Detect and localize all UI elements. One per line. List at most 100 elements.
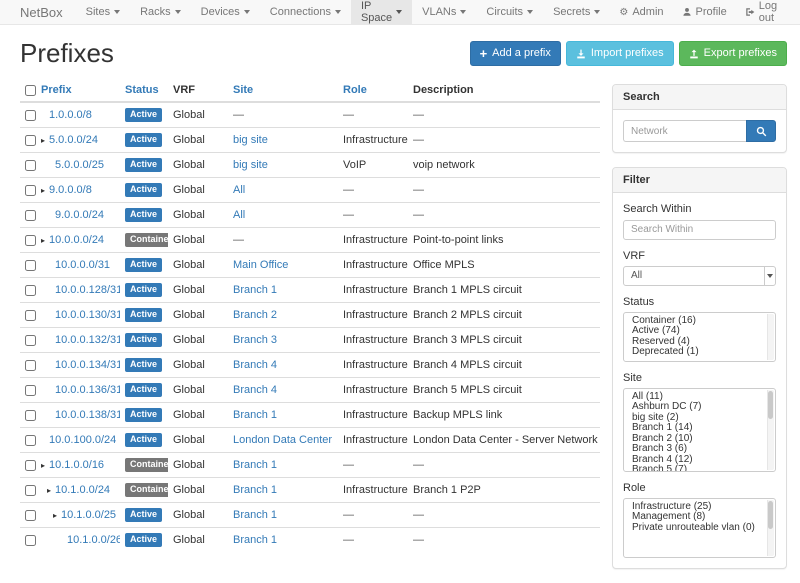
- prefix-link[interactable]: 1.0.0.0/8: [49, 109, 92, 121]
- site-link[interactable]: Branch 1: [233, 534, 277, 546]
- row-checkbox[interactable]: [25, 335, 36, 346]
- row-checkbox[interactable]: [25, 210, 36, 221]
- prefix-link[interactable]: 10.1.0.0/16: [49, 459, 104, 471]
- list-option[interactable]: Management (8): [624, 512, 775, 523]
- prefix-link[interactable]: 10.0.0.134/31: [55, 359, 120, 371]
- row-checkbox[interactable]: [25, 135, 36, 146]
- prefix-link[interactable]: 9.0.0.0/24: [55, 209, 104, 221]
- site-link[interactable]: London Data Center: [233, 434, 332, 446]
- row-checkbox[interactable]: [25, 110, 36, 121]
- prefix-link[interactable]: 5.0.0.0/24: [49, 134, 98, 146]
- role-filter-list[interactable]: Infrastructure (25)Management (8)Private…: [623, 498, 776, 558]
- row-checkbox[interactable]: [25, 185, 36, 196]
- status-badge[interactable]: Container: [125, 458, 168, 472]
- search-within-input[interactable]: [623, 220, 776, 240]
- row-checkbox[interactable]: [25, 485, 36, 496]
- prefix-link[interactable]: 10.0.0.128/31: [55, 284, 120, 296]
- nav-item-log-out[interactable]: Log out: [736, 0, 790, 24]
- column-header-status[interactable]: Status: [120, 79, 168, 102]
- nav-item-connections[interactable]: Connections: [260, 0, 351, 24]
- column-header-link[interactable]: Status: [125, 84, 159, 96]
- import-prefixes-button[interactable]: Import prefixes: [566, 41, 674, 66]
- row-checkbox[interactable]: [25, 460, 36, 471]
- site-link[interactable]: Branch 1: [233, 409, 277, 421]
- status-badge[interactable]: Container: [125, 233, 168, 247]
- site-link[interactable]: Branch 1: [233, 459, 277, 471]
- site-link[interactable]: big site: [233, 134, 268, 146]
- prefix-link[interactable]: 10.0.0.0/24: [49, 234, 104, 246]
- nav-item-ip-space[interactable]: IP Space: [351, 0, 412, 24]
- site-link[interactable]: Branch 4: [233, 384, 277, 396]
- vrf-select[interactable]: All: [623, 266, 776, 286]
- status-badge[interactable]: Active: [125, 158, 162, 172]
- row-checkbox[interactable]: [25, 310, 36, 321]
- list-option[interactable]: Active (74): [624, 326, 775, 337]
- status-badge[interactable]: Active: [125, 208, 162, 222]
- nav-item-profile[interactable]: Profile: [673, 0, 736, 24]
- scrollbar-track[interactable]: [767, 314, 774, 360]
- prefix-link[interactable]: 10.0.100.0/24: [49, 434, 116, 446]
- nav-item-admin[interactable]: ⚙Admin: [610, 0, 672, 24]
- prefix-link[interactable]: 5.0.0.0/25: [55, 159, 104, 171]
- prefix-link[interactable]: 10.0.0.138/31: [55, 409, 120, 421]
- row-checkbox[interactable]: [25, 385, 36, 396]
- status-badge[interactable]: Active: [125, 408, 162, 422]
- app-brand[interactable]: NetBox: [0, 0, 76, 24]
- search-button[interactable]: [746, 120, 776, 142]
- row-checkbox[interactable]: [25, 410, 36, 421]
- row-checkbox[interactable]: [25, 435, 36, 446]
- column-header-prefix[interactable]: Prefix: [36, 79, 120, 102]
- status-badge[interactable]: Active: [125, 183, 162, 197]
- status-badge[interactable]: Active: [125, 308, 162, 322]
- search-input[interactable]: [623, 120, 746, 142]
- row-checkbox[interactable]: [25, 260, 36, 271]
- column-header-link[interactable]: Prefix: [41, 84, 72, 96]
- row-checkbox[interactable]: [25, 160, 36, 171]
- row-checkbox[interactable]: [25, 535, 36, 546]
- nav-item-secrets[interactable]: Secrets: [543, 0, 610, 24]
- status-badge[interactable]: Active: [125, 533, 162, 547]
- site-link[interactable]: Branch 1: [233, 484, 277, 496]
- status-filter-list[interactable]: Container (16)Active (74)Reserved (4)Dep…: [623, 312, 776, 362]
- prefix-link[interactable]: 10.0.0.136/31: [55, 384, 120, 396]
- prefix-link[interactable]: 10.1.0.0/26: [67, 534, 120, 546]
- scrollbar-thumb[interactable]: [768, 501, 773, 529]
- nav-item-racks[interactable]: Racks: [130, 0, 191, 24]
- status-badge[interactable]: Active: [125, 508, 162, 522]
- status-badge[interactable]: Active: [125, 283, 162, 297]
- nav-item-devices[interactable]: Devices: [191, 0, 260, 24]
- status-badge[interactable]: Active: [125, 133, 162, 147]
- prefix-link[interactable]: 9.0.0.0/8: [49, 184, 92, 196]
- nav-item-vlans[interactable]: VLANs: [412, 0, 476, 24]
- status-badge[interactable]: Active: [125, 258, 162, 272]
- status-badge[interactable]: Active: [125, 383, 162, 397]
- prefix-link[interactable]: 10.0.0.132/31: [55, 334, 120, 346]
- row-checkbox[interactable]: [25, 360, 36, 371]
- site-link[interactable]: Branch 2: [233, 309, 277, 321]
- status-badge[interactable]: Active: [125, 108, 162, 122]
- scrollbar-thumb[interactable]: [768, 391, 773, 419]
- row-checkbox[interactable]: [25, 285, 36, 296]
- nav-item-sites[interactable]: Sites: [76, 0, 130, 24]
- prefix-link[interactable]: 10.0.0.130/31: [55, 309, 120, 321]
- list-option[interactable]: Branch 3 (6): [624, 444, 775, 455]
- status-badge[interactable]: Active: [125, 333, 162, 347]
- column-header-link[interactable]: Site: [233, 84, 253, 96]
- prefix-link[interactable]: 10.1.0.0/24: [55, 484, 110, 496]
- prefix-link[interactable]: 10.0.0.0/31: [55, 259, 110, 271]
- status-badge[interactable]: Active: [125, 433, 162, 447]
- site-link[interactable]: Branch 3: [233, 334, 277, 346]
- list-option[interactable]: Private unrouteable vlan (0): [624, 523, 775, 534]
- list-option[interactable]: Branch 5 (7): [624, 465, 775, 472]
- row-checkbox[interactable]: [25, 510, 36, 521]
- site-link[interactable]: All: [233, 209, 245, 221]
- status-badge[interactable]: Container: [125, 483, 168, 497]
- row-checkbox[interactable]: [25, 235, 36, 246]
- select-all-checkbox[interactable]: [25, 85, 36, 96]
- nav-item-circuits[interactable]: Circuits: [476, 0, 543, 24]
- site-link[interactable]: big site: [233, 159, 268, 171]
- site-link[interactable]: Branch 1: [233, 284, 277, 296]
- list-option[interactable]: Ashburn DC (7): [624, 402, 775, 413]
- site-link[interactable]: Branch 4: [233, 359, 277, 371]
- site-filter-list[interactable]: All (11)Ashburn DC (7)big site (2)Branch…: [623, 388, 776, 472]
